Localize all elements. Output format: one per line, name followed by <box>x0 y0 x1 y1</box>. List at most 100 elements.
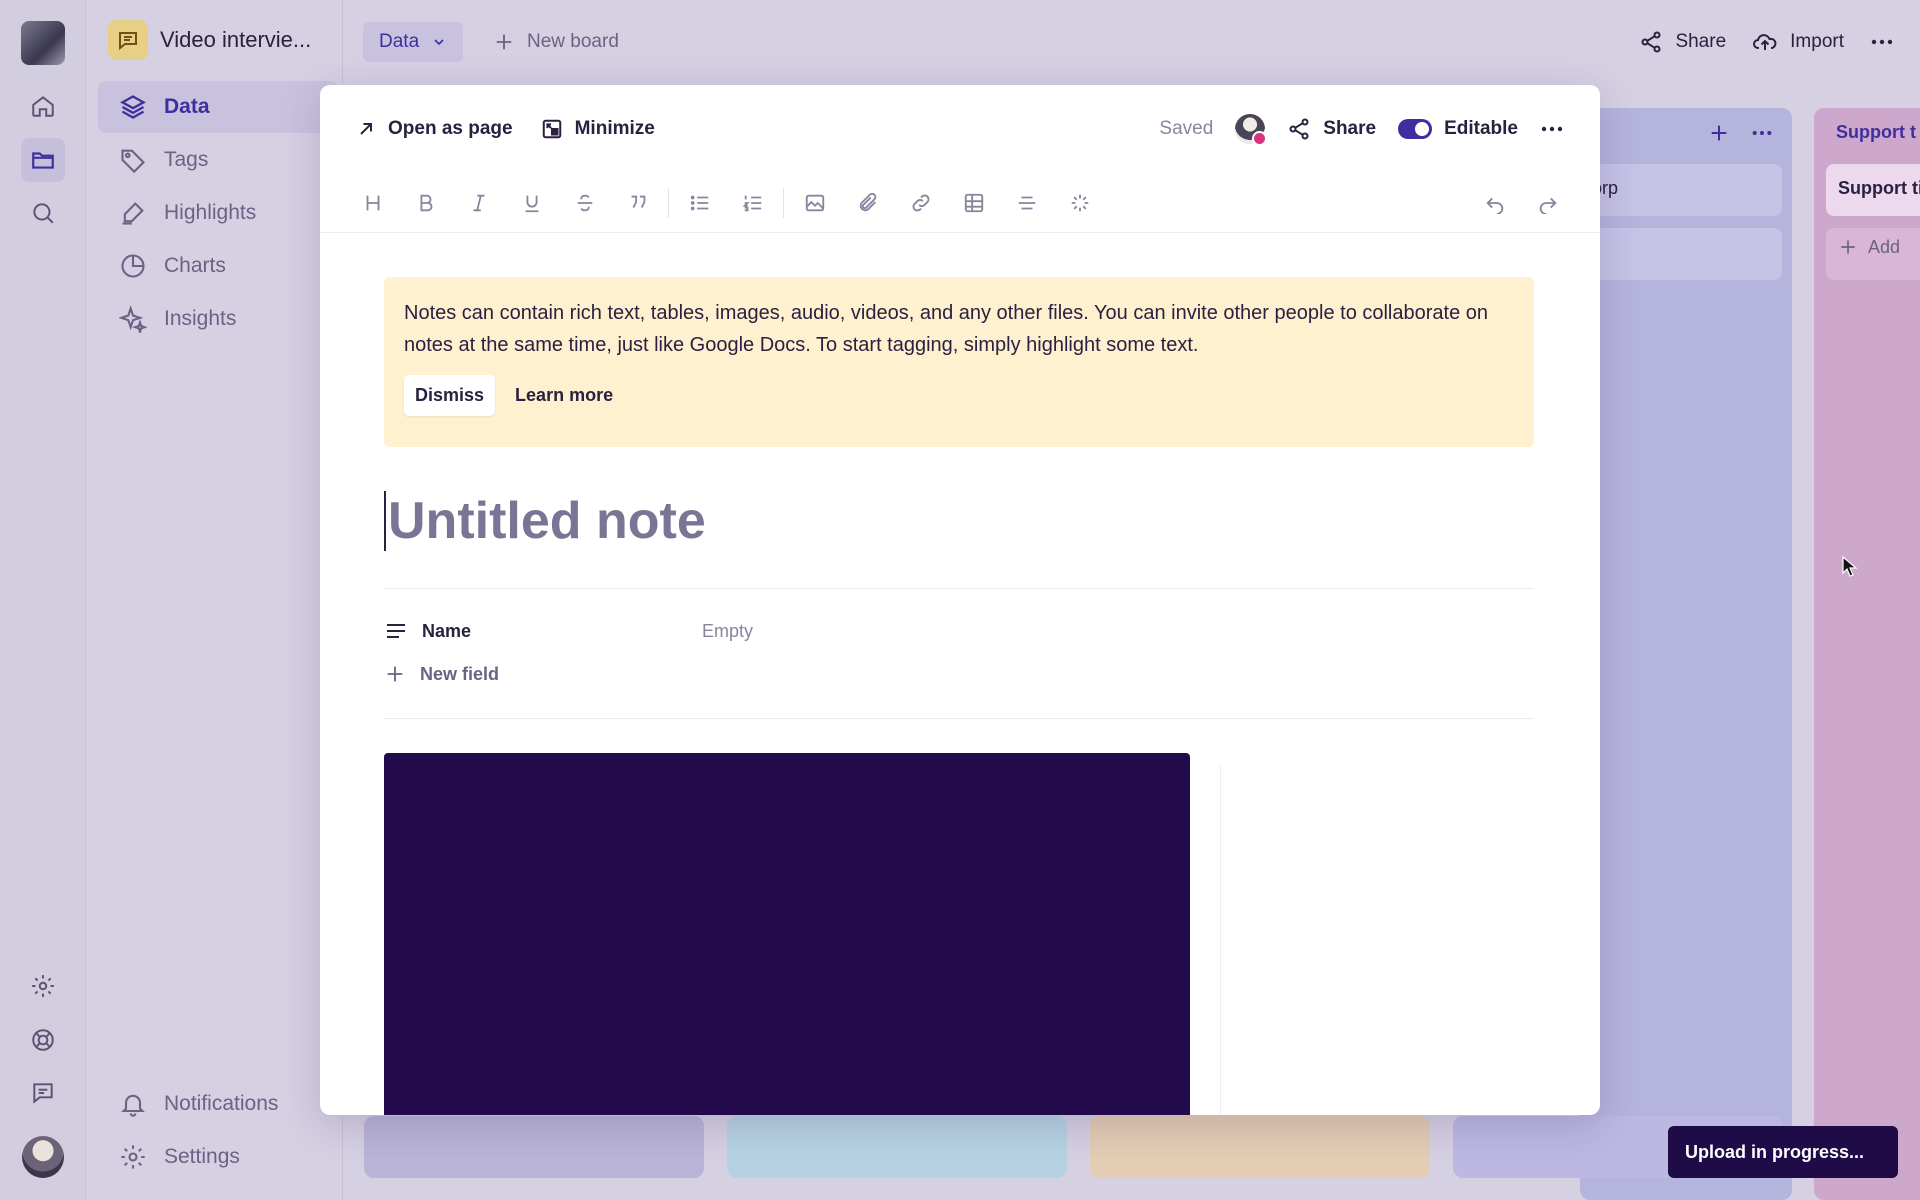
quote-icon[interactable] <box>611 183 664 223</box>
redo-icon[interactable] <box>1521 183 1574 223</box>
import-label: Import <box>1790 31 1844 52</box>
strikethrough-icon[interactable] <box>558 183 611 223</box>
minimize-label: Minimize <box>574 118 655 139</box>
plus-icon[interactable] <box>1708 122 1730 144</box>
board-column: Support t Support ti Add <box>1814 108 1920 1200</box>
gear-icon[interactable] <box>21 964 65 1008</box>
sidebar: Video intervie... Data Tags Highlights C… <box>86 0 343 1200</box>
sidebar-item-label: Tags <box>164 148 209 171</box>
bullet-list-icon[interactable] <box>673 183 726 223</box>
more-options-button[interactable] <box>1870 30 1894 54</box>
sidebar-item-notifications[interactable]: Notifications <box>98 1078 338 1130</box>
collaborator-avatar[interactable] <box>1235 114 1268 146</box>
cloud-upload-icon <box>1752 30 1778 54</box>
minimize-button[interactable]: Minimize <box>541 118 655 140</box>
share-icon <box>1287 117 1311 141</box>
sidebar-item-data[interactable]: Data <box>98 81 338 133</box>
link-icon[interactable] <box>894 183 947 223</box>
sidebar-item-label: Insights <box>164 307 237 330</box>
upload-progress-toast: Upload in progress... <box>1668 1126 1898 1178</box>
board-card[interactable] <box>1090 1116 1430 1178</box>
sidebar-item-label: Settings <box>164 1145 240 1168</box>
more-horizontal-icon <box>1870 30 1894 54</box>
more-horizontal-icon[interactable] <box>1750 122 1774 144</box>
sidebar-item-highlights[interactable]: Highlights <box>98 187 338 239</box>
column-actions <box>1708 122 1774 144</box>
import-button[interactable]: Import <box>1752 30 1844 54</box>
info-banner-text: Notes can contain rich text, tables, ima… <box>404 302 1489 356</box>
project-header[interactable]: Video intervie... <box>108 20 311 60</box>
sidebar-item-settings[interactable]: Settings <box>98 1131 338 1183</box>
board-select[interactable]: Data <box>363 22 464 62</box>
icon-rail <box>0 0 86 1200</box>
divider-icon[interactable] <box>1000 183 1053 223</box>
board-card[interactable]: Support ti <box>1826 164 1920 216</box>
board-card[interactable] <box>727 1116 1067 1178</box>
sidebar-item-label: Highlights <box>164 201 257 224</box>
sidebar-item-tags[interactable]: Tags <box>98 134 338 186</box>
more-options-button[interactable] <box>1540 117 1564 141</box>
home-icon[interactable] <box>21 84 65 128</box>
workspace-logo[interactable] <box>21 21 65 65</box>
card-title: Support ti <box>1838 178 1920 198</box>
info-banner: Notes can contain rich text, tables, ima… <box>384 277 1534 447</box>
gear-icon <box>118 1142 148 1172</box>
user-avatar[interactable] <box>22 1136 64 1178</box>
underline-icon[interactable] <box>505 183 558 223</box>
clear-format-icon[interactable] <box>1053 183 1106 223</box>
add-card-button[interactable]: Add <box>1826 228 1920 280</box>
editable-toggle[interactable]: Editable <box>1398 118 1518 140</box>
minimize-icon <box>541 118 563 140</box>
italic-icon[interactable] <box>452 183 505 223</box>
note-title-input[interactable]: Untitled note <box>384 491 706 551</box>
save-status: Saved <box>1159 118 1214 139</box>
field-name: Name <box>384 619 702 643</box>
new-board-label: New board <box>527 31 619 52</box>
field-value[interactable]: Empty <box>702 621 753 642</box>
folder-icon[interactable] <box>21 138 65 182</box>
search-icon[interactable] <box>21 191 65 235</box>
share-button[interactable]: Share <box>1639 30 1726 54</box>
chevron-down-icon <box>431 34 447 50</box>
column-title-label: Support t <box>1836 122 1916 142</box>
bold-icon[interactable] <box>399 183 452 223</box>
board-card[interactable] <box>364 1116 704 1178</box>
heading-icon[interactable] <box>346 183 399 223</box>
new-field-button[interactable]: New field <box>384 658 499 690</box>
pie-chart-icon <box>118 251 148 281</box>
open-as-page-button[interactable]: Open as page <box>356 118 513 140</box>
top-bar: Data New board Share Import <box>343 0 1920 84</box>
chat-icon[interactable] <box>21 1071 65 1115</box>
board-card[interactable] <box>1580 228 1782 280</box>
section-divider <box>384 588 1534 589</box>
table-icon[interactable] <box>947 183 1000 223</box>
project-name: Video intervie... <box>160 27 312 52</box>
highlighter-icon <box>118 198 148 228</box>
video-player[interactable] <box>384 753 1190 1115</box>
board-card[interactable]: orp <box>1580 164 1782 216</box>
help-lifebuoy-icon[interactable] <box>21 1018 65 1062</box>
upload-status-text: Upload in progress... <box>1685 1141 1865 1162</box>
more-horizontal-icon <box>1540 117 1564 141</box>
sidebar-item-label: Data <box>164 95 210 118</box>
share-button[interactable]: Share <box>1287 117 1376 141</box>
new-field-label: New field <box>420 663 500 684</box>
arrow-up-right-icon <box>356 119 376 139</box>
board-column: orp <box>1580 108 1792 1200</box>
sidebar-item-insights[interactable]: Insights <box>98 293 338 345</box>
sidebar-item-label: Notifications <box>164 1092 279 1115</box>
share-label: Share <box>1675 31 1727 52</box>
undo-icon[interactable] <box>1468 183 1521 223</box>
sidebar-item-charts[interactable]: Charts <box>98 240 338 292</box>
dismiss-button[interactable]: Dismiss <box>404 375 496 416</box>
field-row[interactable]: Name Empty <box>384 615 753 647</box>
mouse-cursor-icon <box>1842 556 1858 578</box>
new-board-button[interactable]: New board <box>493 22 619 62</box>
image-icon[interactable] <box>788 183 841 223</box>
learn-more-link[interactable]: Learn more <box>515 385 613 406</box>
numbered-list-icon[interactable] <box>726 183 779 223</box>
field-name-label: Name <box>422 620 472 641</box>
sidebar-item-label: Charts <box>164 254 226 277</box>
bell-icon <box>118 1089 148 1119</box>
attachment-icon[interactable] <box>841 183 894 223</box>
